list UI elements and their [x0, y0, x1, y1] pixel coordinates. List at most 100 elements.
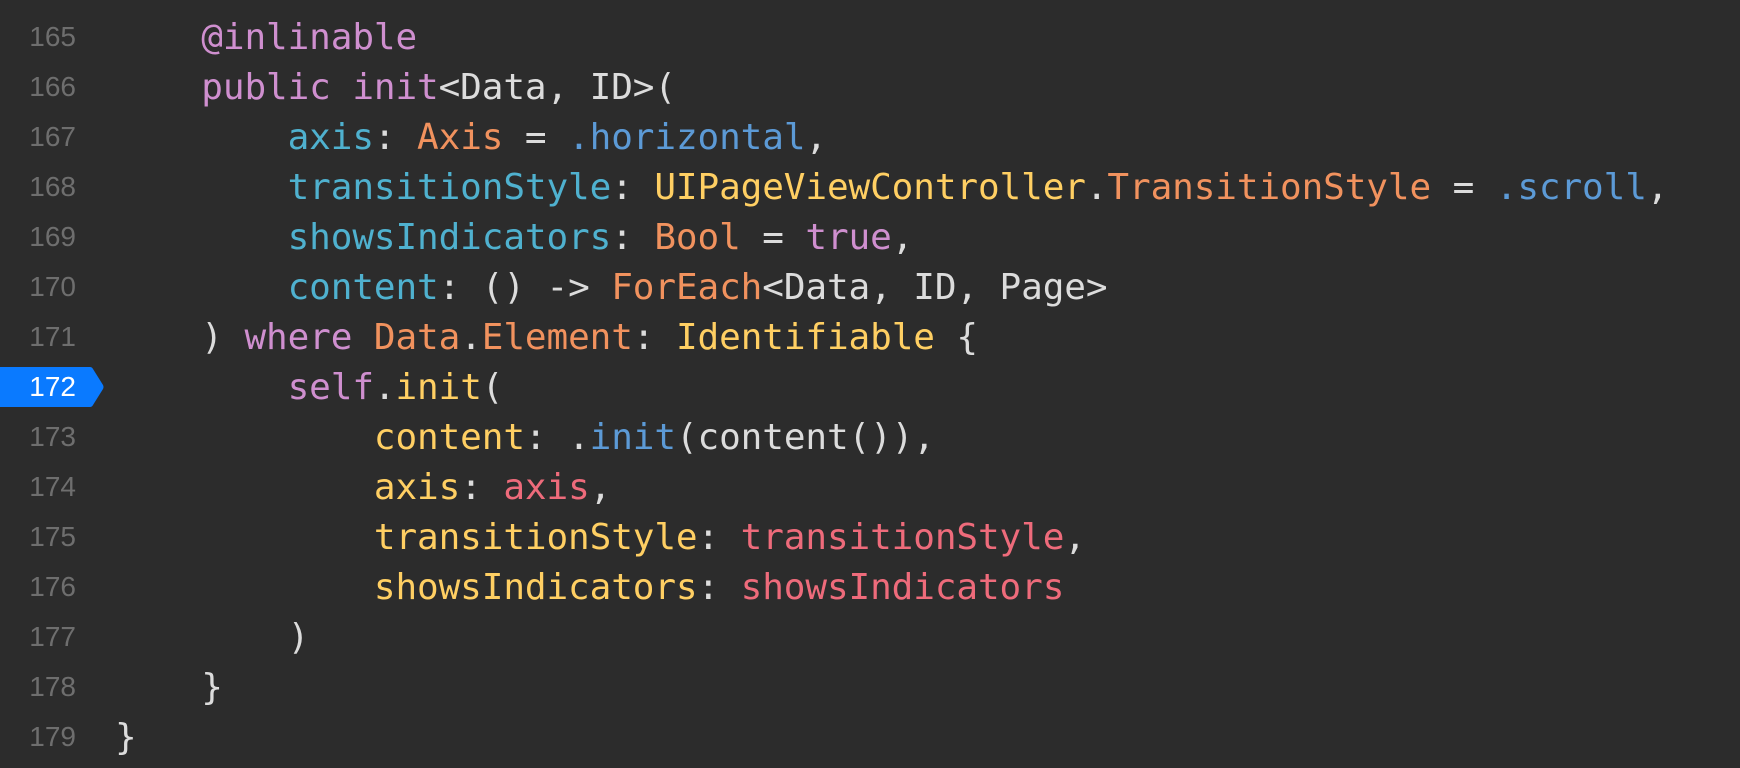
- code-token-plain: =: [740, 216, 806, 258]
- code-token-param: showsIndicators: [287, 216, 612, 258]
- code-line[interactable]: 165 @inlinable: [0, 12, 1740, 62]
- code-text: public init<Data, ID>(: [115, 67, 676, 108]
- code-token-plain: ,: [891, 216, 914, 258]
- code-token-kw: where: [244, 316, 353, 358]
- code-editor[interactable]: 165 @inlinable 166 public init<Data, ID>(…: [0, 12, 1740, 762]
- code-token-plain: (: [481, 366, 504, 408]
- code-token-cls: transitionStyle: [373, 516, 698, 558]
- line-number[interactable]: 171: [0, 321, 76, 353]
- code-line[interactable]: 173 content: .init(content()),: [0, 412, 1740, 462]
- code-token-var: showsIndicators: [740, 566, 1065, 608]
- code-token-plain: }: [115, 716, 137, 758]
- code-line[interactable]: 171 ) where Data.Element: Identifiable {: [0, 312, 1740, 362]
- line-number[interactable]: 167: [0, 121, 76, 153]
- code-token-type: ForEach: [611, 266, 763, 308]
- code-token-kw: self: [287, 366, 374, 408]
- code-token-cls: UIPageViewController: [654, 166, 1086, 208]
- code-line[interactable]: 179}: [0, 712, 1740, 762]
- code-token-enum: .scroll: [1495, 166, 1647, 208]
- line-number[interactable]: 166: [0, 71, 76, 103]
- code-line[interactable]: 166 public init<Data, ID>(: [0, 62, 1740, 112]
- code-token-plain: : .: [524, 416, 590, 458]
- code-token-kw: public init: [201, 66, 439, 108]
- code-line[interactable]: 167 axis: Axis = .horizontal,: [0, 112, 1740, 162]
- line-number[interactable]: 168: [0, 171, 76, 203]
- code-text: content: () -> ForEach<Data, ID, Page>: [115, 266, 1108, 308]
- code-token-cls: showsIndicators: [373, 566, 698, 608]
- code-token-plain: ): [115, 316, 245, 358]
- code-text: axis: Axis = .horizontal,: [115, 117, 827, 158]
- code-text: ) where Data.Element: Identifiable {: [115, 317, 978, 358]
- code-line[interactable]: 175 transitionStyle: transitionStyle,: [0, 512, 1740, 562]
- code-token-plain: :: [373, 116, 418, 158]
- code-token-type: Element: [481, 316, 633, 358]
- code-text: }: [115, 667, 223, 708]
- code-line[interactable]: 178 }: [0, 662, 1740, 712]
- code-text: showsIndicators: Bool = true,: [115, 216, 914, 258]
- code-token-type: TransitionStyle: [1107, 166, 1432, 208]
- code-token-plain: : () ->: [438, 266, 612, 308]
- code-token-plain: }: [115, 666, 223, 708]
- code-token-kw: true: [805, 216, 892, 258]
- code-token-plain: (content()),: [675, 416, 935, 458]
- code-token-plain: :: [697, 566, 741, 608]
- code-token-cls: Identifiable: [675, 316, 935, 358]
- line-number[interactable]: 170: [0, 271, 76, 303]
- line-number[interactable]: 179: [0, 721, 76, 753]
- code-token-plain: .: [1085, 166, 1108, 208]
- code-token-plain: .: [373, 366, 396, 408]
- line-number[interactable]: 169: [0, 221, 76, 253]
- code-text: transitionStyle: UIPageViewController.Tr…: [115, 166, 1669, 208]
- code-line[interactable]: 174 axis: axis,: [0, 462, 1740, 512]
- code-text: @inlinable: [115, 17, 417, 58]
- code-text: ): [115, 616, 310, 658]
- line-number[interactable]: 177: [0, 621, 76, 653]
- code-token-plain: ): [115, 616, 310, 658]
- line-number[interactable]: 173: [0, 421, 76, 453]
- line-number[interactable]: 176: [0, 571, 76, 603]
- line-number[interactable]: 172: [0, 371, 76, 403]
- code-text: }: [115, 717, 137, 758]
- code-token-plain: =: [1431, 166, 1496, 208]
- code-token-var: axis: [503, 466, 590, 508]
- line-number[interactable]: 174: [0, 471, 76, 503]
- code-token-type: Axis: [417, 116, 504, 158]
- code-token-enum: init: [589, 416, 676, 458]
- code-token-param: transitionStyle: [287, 166, 612, 208]
- code-token-plain: :: [632, 316, 676, 358]
- code-line[interactable]: 169 showsIndicators: Bool = true,: [0, 212, 1740, 262]
- code-line[interactable]: 172 self.init(: [0, 362, 1740, 412]
- code-token-param: axis: [287, 116, 374, 158]
- code-line[interactable]: 177 ): [0, 612, 1740, 662]
- code-token-type: Data: [373, 316, 461, 358]
- code-text: showsIndicators: showsIndicators: [115, 567, 1064, 608]
- code-token-plain: :: [697, 516, 741, 558]
- code-token-plain: ,: [1646, 166, 1669, 208]
- code-token-plain: <Data, ID>(: [438, 66, 676, 108]
- code-text: self.init(: [115, 366, 504, 408]
- line-number[interactable]: 175: [0, 521, 76, 553]
- code-line[interactable]: 176 showsIndicators: showsIndicators: [0, 562, 1740, 612]
- code-token-type: Bool: [654, 216, 741, 258]
- code-token-plain: {: [934, 316, 979, 358]
- code-line[interactable]: 170 content: () -> ForEach<Data, ID, Pag…: [0, 262, 1740, 312]
- code-token-cls: axis: [373, 466, 461, 508]
- line-number[interactable]: 165: [0, 21, 76, 53]
- code-token-kw: @inlinable: [201, 16, 418, 58]
- code-token-plain: ,: [1064, 516, 1086, 558]
- code-token-plain: :: [611, 166, 655, 208]
- line-number[interactable]: 178: [0, 671, 76, 703]
- code-token-plain: ,: [805, 116, 827, 158]
- code-line[interactable]: 168 transitionStyle: UIPageViewControlle…: [0, 162, 1740, 212]
